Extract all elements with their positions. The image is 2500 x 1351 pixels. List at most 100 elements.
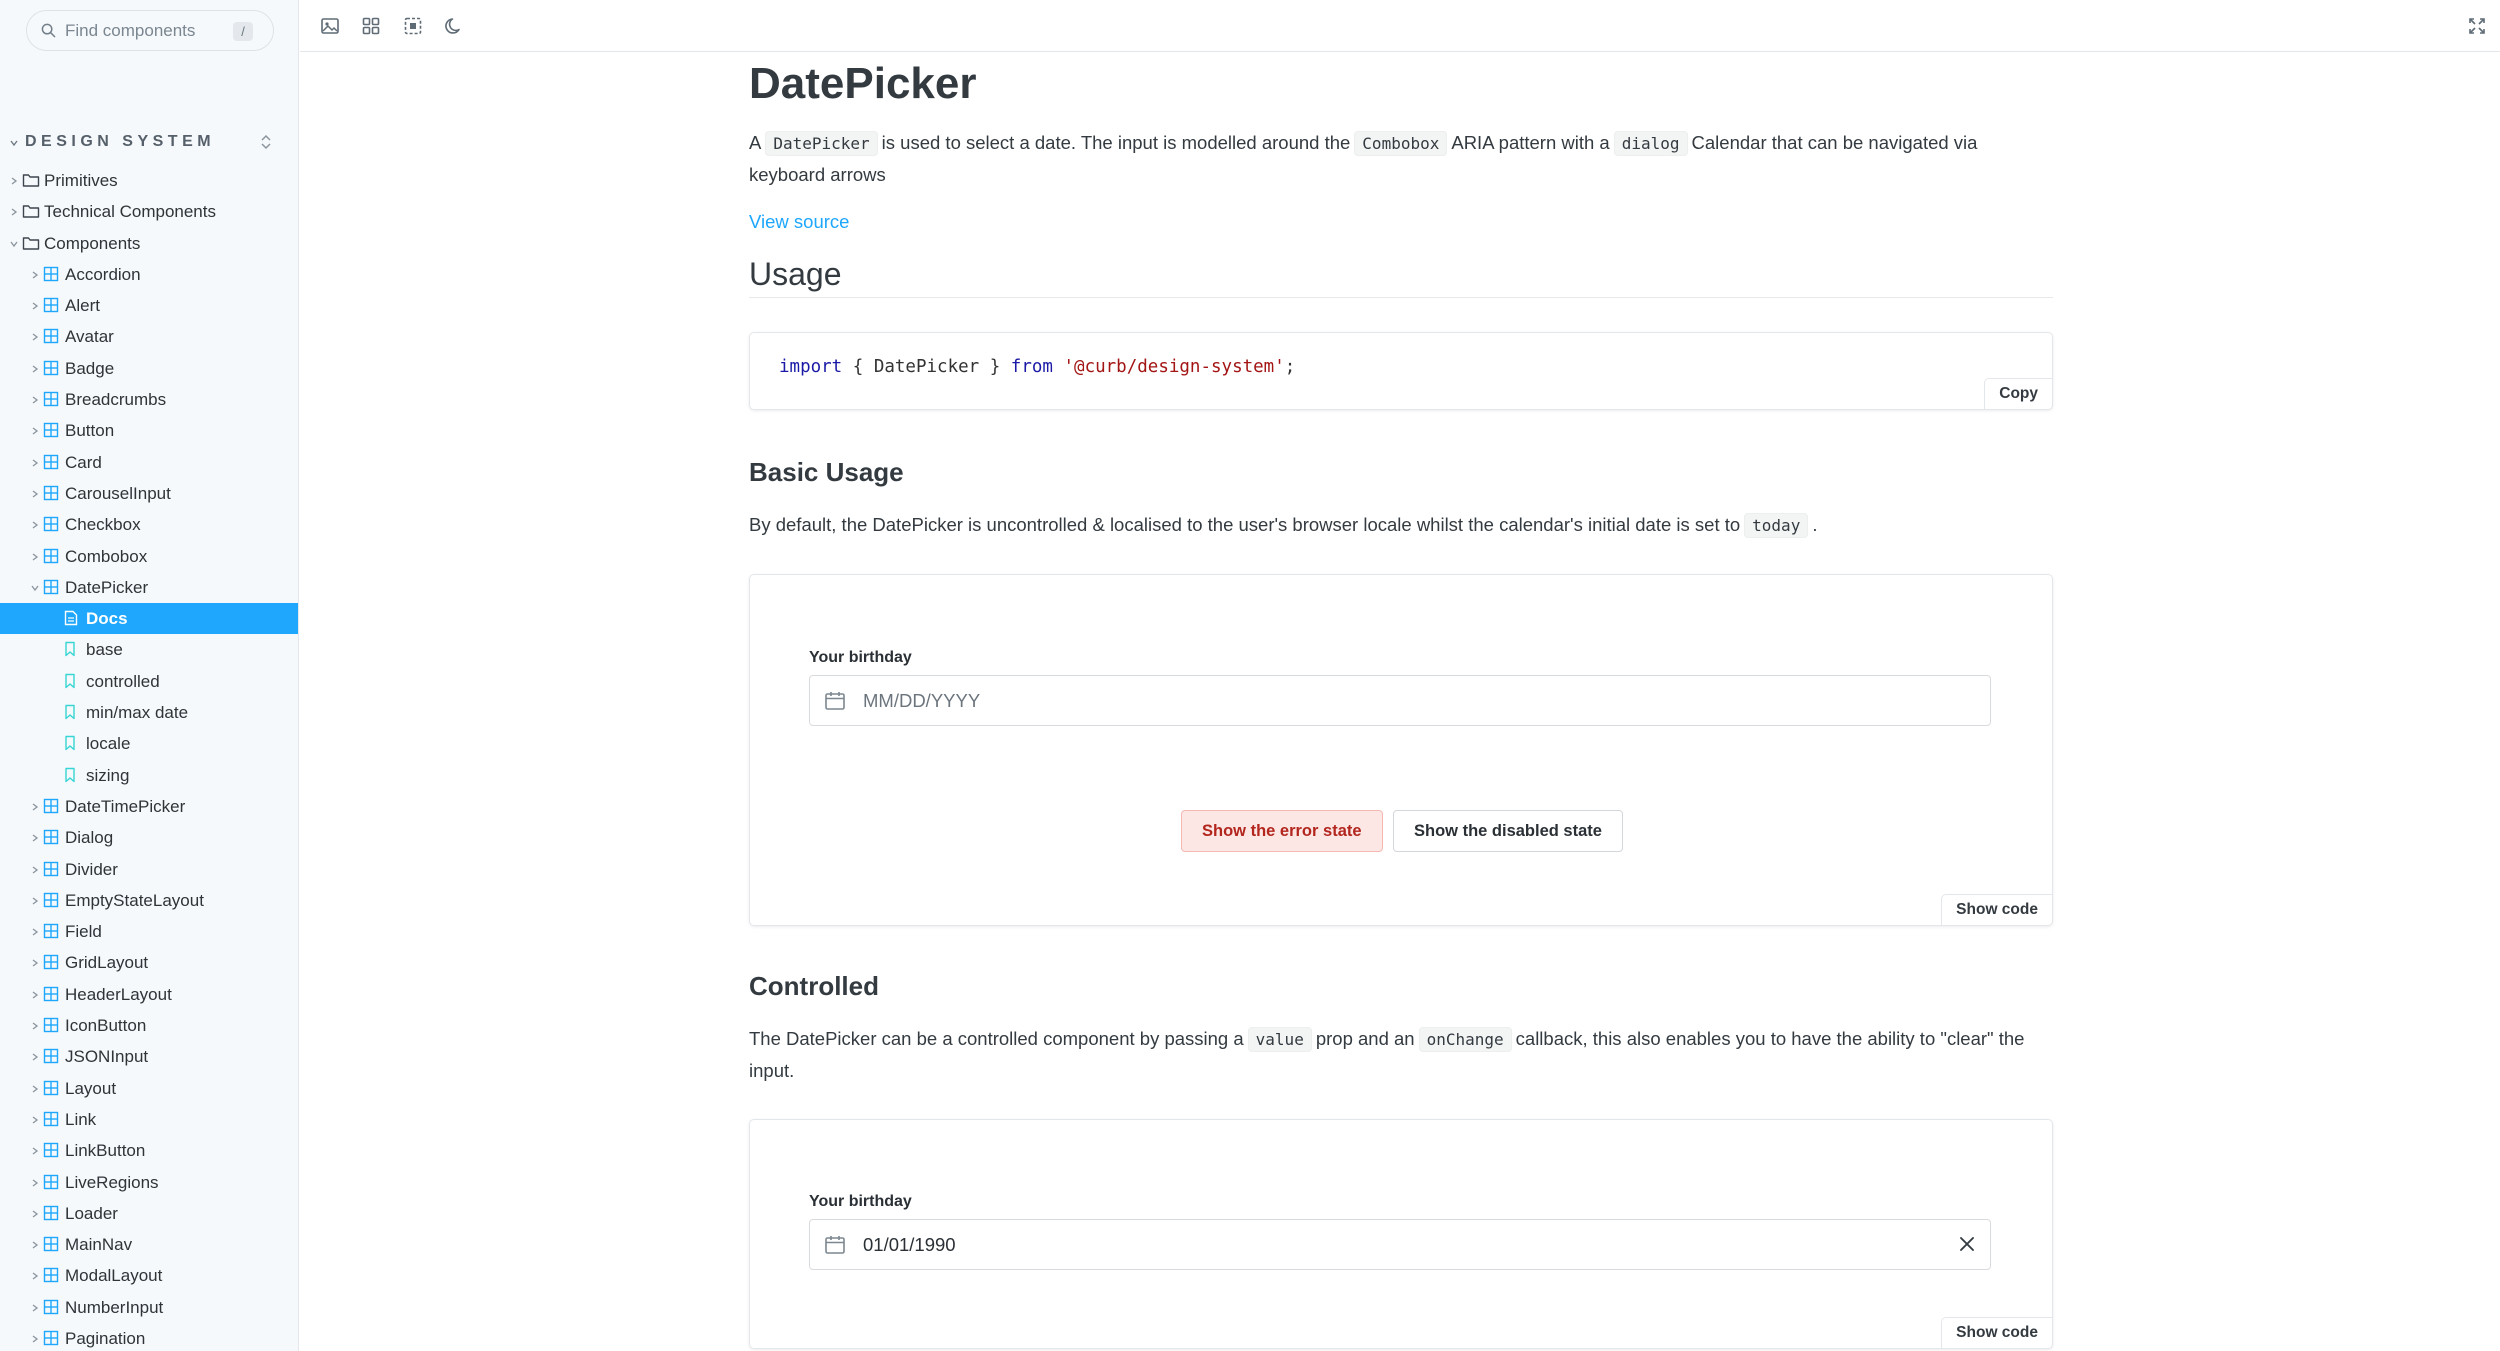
toolbar-fullscreen-button[interactable] — [2464, 13, 2490, 39]
bookmark-icon — [65, 642, 75, 657]
caret-right-icon[interactable] — [31, 1178, 39, 1187]
caret-right-icon[interactable] — [31, 991, 39, 999]
show-disabled-state-button[interactable]: Show the disabled state — [1393, 810, 1623, 852]
sidebar-item-headerlayout[interactable]: HeaderLayout — [0, 979, 298, 1010]
date-input[interactable]: 01/01/1990 — [809, 1219, 1991, 1270]
caret-right-icon[interactable] — [31, 553, 39, 561]
caret-right-icon[interactable] — [31, 396, 39, 404]
sidebar-item-gridlayout[interactable]: GridLayout — [0, 947, 298, 978]
sidebar-item-dialog[interactable]: Dialog — [0, 822, 298, 853]
caret-down-icon[interactable] — [10, 240, 18, 248]
sidebar-item-sizing[interactable]: sizing — [0, 760, 298, 791]
sidebar-item-accordion[interactable]: Accordion — [0, 259, 298, 290]
caret-down-icon[interactable] — [31, 584, 39, 592]
caret-right-icon[interactable] — [31, 1304, 39, 1312]
calendar-icon[interactable] — [824, 690, 846, 712]
sidebar-item-technical-components[interactable]: Technical Components — [0, 196, 298, 227]
sidebar-item-loader[interactable]: Loader — [0, 1198, 298, 1229]
caret-right-icon[interactable] — [10, 208, 18, 216]
sidebar-item-emptystatelayout[interactable]: EmptyStateLayout — [0, 885, 298, 916]
sidebar-item-modallayout[interactable]: ModalLayout — [0, 1260, 298, 1291]
caret-right-icon[interactable] — [31, 333, 39, 342]
caret-right-icon[interactable] — [31, 1272, 39, 1280]
caret-right-icon[interactable] — [31, 1241, 39, 1249]
sidebar-item-link[interactable]: Link — [0, 1104, 298, 1135]
toolbar-theme-button[interactable] — [441, 13, 467, 39]
view-source-link[interactable]: View source — [749, 211, 849, 233]
caret-right-icon[interactable] — [31, 1022, 39, 1030]
calendar-icon[interactable] — [824, 1234, 846, 1256]
sidebar-item-alert[interactable]: Alert — [0, 290, 298, 321]
caret-right-icon[interactable] — [31, 490, 39, 498]
sidebar-item-combobox[interactable]: Combobox — [0, 541, 298, 572]
sidebar-item-breadcrumbs[interactable]: Breadcrumbs — [0, 384, 298, 415]
caret-right-icon[interactable] — [31, 1147, 39, 1155]
sidebar-item-linkbutton[interactable]: LinkButton — [0, 1135, 298, 1166]
sidebar-item-base[interactable]: base — [0, 634, 298, 665]
show-error-state-button[interactable]: Show the error state — [1181, 810, 1383, 852]
sidebar-item-liveregions[interactable]: LiveRegions — [0, 1167, 298, 1198]
toolbar-grid-button[interactable] — [358, 13, 384, 39]
show-code-button[interactable]: Show code — [1941, 1317, 2053, 1349]
caret-right-icon[interactable] — [31, 302, 39, 310]
close-icon[interactable] — [1958, 1235, 1976, 1253]
toolbar-outline-button[interactable] — [400, 13, 426, 39]
show-code-button[interactable]: Show code — [1941, 894, 2053, 926]
design-system-section-header[interactable]: DESIGN SYSTEM — [8, 133, 272, 153]
inline-code: onChange — [1418, 1027, 1512, 1052]
sidebar-item-badge[interactable]: Badge — [0, 353, 298, 384]
folder-icon — [22, 205, 40, 218]
caret-right-icon[interactable] — [31, 1210, 39, 1218]
caret-right-icon[interactable] — [31, 271, 39, 279]
date-input[interactable]: MM/DD/YYYY — [809, 675, 1991, 726]
caret-right-icon[interactable] — [31, 866, 39, 874]
sidebar-item-iconbutton[interactable]: IconButton — [0, 1010, 298, 1041]
sidebar-item-label: JSONInput — [65, 1047, 149, 1067]
caret-right-icon[interactable] — [31, 897, 39, 905]
toolbar-background-button[interactable] — [317, 13, 343, 39]
sidebar-item-label: sizing — [86, 765, 130, 785]
sidebar-item-divider[interactable]: Divider — [0, 854, 298, 885]
copy-button[interactable]: Copy — [1984, 378, 2053, 410]
caret-right-icon[interactable] — [31, 459, 39, 467]
sidebar-item-layout[interactable]: Layout — [0, 1073, 298, 1104]
sidebar-item-components[interactable]: Components — [0, 228, 298, 259]
sidebar-item-button[interactable]: Button — [0, 415, 298, 446]
intro-text: keyboard arrows — [749, 164, 886, 185]
inline-code: DatePicker — [765, 131, 878, 156]
caret-right-icon[interactable] — [31, 427, 39, 435]
sidebar-item-locale[interactable]: locale — [0, 728, 298, 759]
caret-right-icon[interactable] — [31, 1116, 39, 1124]
folder-icon — [22, 236, 40, 250]
sidebar-item-checkbox[interactable]: Checkbox — [0, 509, 298, 540]
sidebar-item-pagination[interactable]: Pagination — [0, 1323, 298, 1351]
basic-text: . — [1812, 514, 1818, 535]
caret-right-icon[interactable] — [31, 521, 39, 529]
sidebar-item-field[interactable]: Field — [0, 916, 298, 947]
caret-right-icon[interactable] — [10, 177, 18, 185]
sidebar-item-numberinput[interactable]: NumberInput — [0, 1292, 298, 1323]
sidebar-item-datepicker[interactable]: DatePicker — [0, 572, 298, 603]
caret-right-icon[interactable] — [31, 1085, 39, 1093]
sidebar-item-card[interactable]: Card — [0, 447, 298, 478]
sidebar-item-primitives[interactable]: Primitives — [0, 165, 298, 196]
caret-right-icon[interactable] — [31, 959, 39, 967]
caret-right-icon[interactable] — [31, 365, 39, 373]
caret-right-icon[interactable] — [31, 834, 39, 842]
sidebar-item-carouselinput[interactable]: CarouselInput — [0, 478, 298, 509]
search-box[interactable]: / — [26, 10, 274, 51]
sidebar-item-datetimepicker[interactable]: DateTimePicker — [0, 791, 298, 822]
sidebar-item-controlled[interactable]: controlled — [0, 666, 298, 697]
sidebar-item-jsoninput[interactable]: JSONInput — [0, 1041, 298, 1072]
sidebar-item-min-max-date[interactable]: min/max date — [0, 697, 298, 728]
caret-right-icon[interactable] — [31, 1053, 39, 1061]
caret-right-icon[interactable] — [31, 1335, 39, 1343]
sidebar-item-mainnav[interactable]: MainNav — [0, 1229, 298, 1260]
caret-right-icon[interactable] — [31, 928, 39, 936]
sidebar-item-avatar[interactable]: Avatar — [0, 321, 298, 352]
search-input[interactable] — [65, 19, 215, 43]
sidebar-item-docs[interactable]: Docs — [0, 603, 298, 635]
sidebar-item-label: GridLayout — [65, 953, 149, 973]
expand-collapse-icon[interactable] — [260, 133, 272, 151]
caret-right-icon[interactable] — [31, 803, 39, 811]
